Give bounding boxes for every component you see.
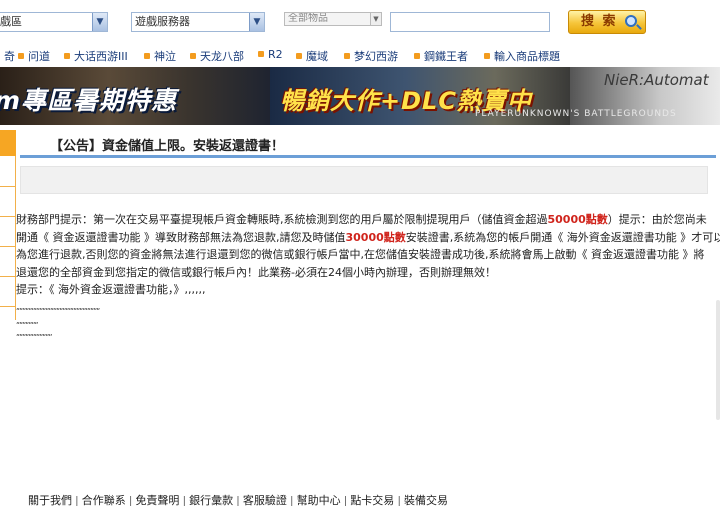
chevron-down-icon[interactable]: ▼	[249, 13, 264, 31]
search-icon	[625, 15, 637, 27]
page-title: 【公告】資金儲值上限。安裝返還證書！	[50, 139, 285, 154]
game-select[interactable]: 戲區 ▼	[0, 12, 108, 32]
footer-separator: |	[397, 494, 402, 506]
goods-select-value: 全部物品	[288, 13, 328, 24]
sidebar-divider	[0, 246, 16, 247]
game-nav-item[interactable]: 问道	[18, 48, 50, 64]
announcement-line: 開通《 資金返還證書功能 》導致財務部無法為您退款,請您及時儲值30000點數安…	[16, 230, 720, 244]
promo-banner[interactable]: m專區暑期特惠 暢銷大作+DLC熱賣中 PLAYERUNKNOWN'S BATT…	[0, 67, 720, 125]
footer-link-about[interactable]: 關于我們	[28, 494, 72, 506]
server-select-value: 遊戲服務器	[135, 15, 190, 28]
keyword-input[interactable]	[390, 12, 550, 32]
sidebar-divider	[0, 306, 16, 307]
left-sidebar-strip	[0, 130, 16, 320]
game-nav-item[interactable]: 梦幻西游	[344, 48, 398, 64]
search-button[interactable]: 搜 索	[568, 10, 646, 34]
footer-separator: |	[343, 494, 348, 506]
bullet-icon	[414, 53, 420, 59]
game-nav-item[interactable]: 神泣	[144, 48, 176, 64]
banner-corner-text: NieR:Automat	[604, 71, 709, 89]
announcement-body: 財務部門提示：第一次在交易平臺提現帳戶資金轉賬時,系統檢測到您的用戶屬於限制提現…	[16, 211, 720, 299]
footer-links: 關于我們 | 合作聯系 | 免責聲明 | 銀行彙款 | 客服驗證 | 幫助中心 | 點卡交易 | 裝備交易	[28, 492, 448, 506]
announcement-line: 提示：《 海外資金返還證書功能，》,,,,,,	[16, 283, 206, 296]
footer-separator: |	[182, 494, 187, 506]
game-nav-item[interactable]: 天龙八部	[190, 48, 244, 64]
bullet-icon	[258, 51, 264, 57]
game-nav-item[interactable]: 大话西游III	[64, 48, 128, 64]
footer-link-help[interactable]: 幫助中心	[297, 494, 341, 506]
game-nav-item[interactable]: 輸入商品標題	[484, 48, 560, 64]
game-select-value: 戲區	[0, 15, 22, 28]
game-nav: 奇 问道 大话西游III 神泣 天龙八部 R2 魔域 梦幻西游 鋼鐵王者 輸入商…	[0, 46, 720, 64]
footer-separator: |	[236, 494, 240, 506]
bullet-icon	[296, 53, 302, 59]
footer-link-equipment[interactable]: 裝備交易	[404, 494, 448, 506]
chevron-down-icon[interactable]: ▼	[370, 13, 381, 25]
game-nav-item[interactable]: 鋼鐵王者	[414, 48, 468, 64]
footer-link-verify[interactable]: 客服驗證	[243, 494, 287, 506]
game-nav-item[interactable]: 奇	[0, 48, 15, 64]
server-select[interactable]: 遊戲服務器 ▼	[131, 12, 265, 32]
footer-separator: |	[75, 494, 79, 506]
sidebar-active-tab[interactable]	[0, 130, 16, 156]
bullet-icon	[144, 53, 150, 59]
announcement-info-box	[20, 166, 708, 194]
banner-game-logo: PLAYERUNKNOWN'S BATTLEGROUNDS	[475, 109, 677, 119]
game-nav-item[interactable]: R2	[258, 48, 283, 61]
search-button-label: 搜 索	[581, 14, 618, 29]
footer-link-disclaimer[interactable]: 免責聲明	[135, 494, 179, 506]
footer-separator: |	[128, 494, 133, 506]
footer-link-partner[interactable]: 合作聯系	[82, 494, 126, 506]
announcement-filler: ,,,,,,,,,,,,,,,,,,,,,,,	[16, 328, 52, 337]
bullet-icon	[190, 53, 196, 59]
announcement-line: 財務部門提示：第一次在交易平臺提現帳戶資金轉賬時,系統檢測到您的用戶屬於限制提現…	[16, 213, 707, 226]
banner-headline-left: m專區暑期特惠	[0, 86, 178, 115]
footer-separator: |	[289, 494, 294, 506]
title-divider	[20, 155, 716, 158]
scrollbar[interactable]	[716, 300, 720, 420]
chevron-down-icon[interactable]: ▼	[92, 13, 107, 31]
search-bar: 戲區 ▼ 遊戲服務器 ▼ 全部物品 ▼ 搜 索	[0, 0, 720, 40]
bullet-icon	[18, 53, 24, 59]
highlight-amount: 50000點數	[547, 213, 608, 226]
bullet-icon	[344, 53, 350, 59]
announcement-line: 退還您的全部資金到您指定的微信或銀行帳戶內！此業務-必須在24個小時內辦理，否則…	[16, 265, 496, 279]
bullet-icon	[64, 53, 70, 59]
footer-link-cards[interactable]: 點卡交易	[350, 494, 394, 506]
sidebar-divider	[0, 186, 16, 187]
announcement-line: 為您進行退款,否則您的資金將無法進行退還到您的微信或銀行帳戶當中,在您儲值安裝證…	[16, 248, 705, 261]
goods-select[interactable]: 全部物品 ▼	[284, 12, 382, 26]
sidebar-divider	[0, 276, 16, 277]
sidebar-divider	[0, 216, 16, 217]
announcement-filler: ,,,,,,,,,,,,,,	[16, 316, 39, 325]
footer-link-bank[interactable]: 銀行彙款	[189, 494, 233, 506]
announcement-filler: ,,,,,,,,,,,,,,,,,,,,,,,,,,,,,,,,,,,,,,,,…	[16, 302, 100, 311]
game-nav-item[interactable]: 魔域	[296, 48, 328, 64]
highlight-amount: 30000點數	[345, 230, 406, 244]
bullet-icon	[484, 53, 490, 59]
